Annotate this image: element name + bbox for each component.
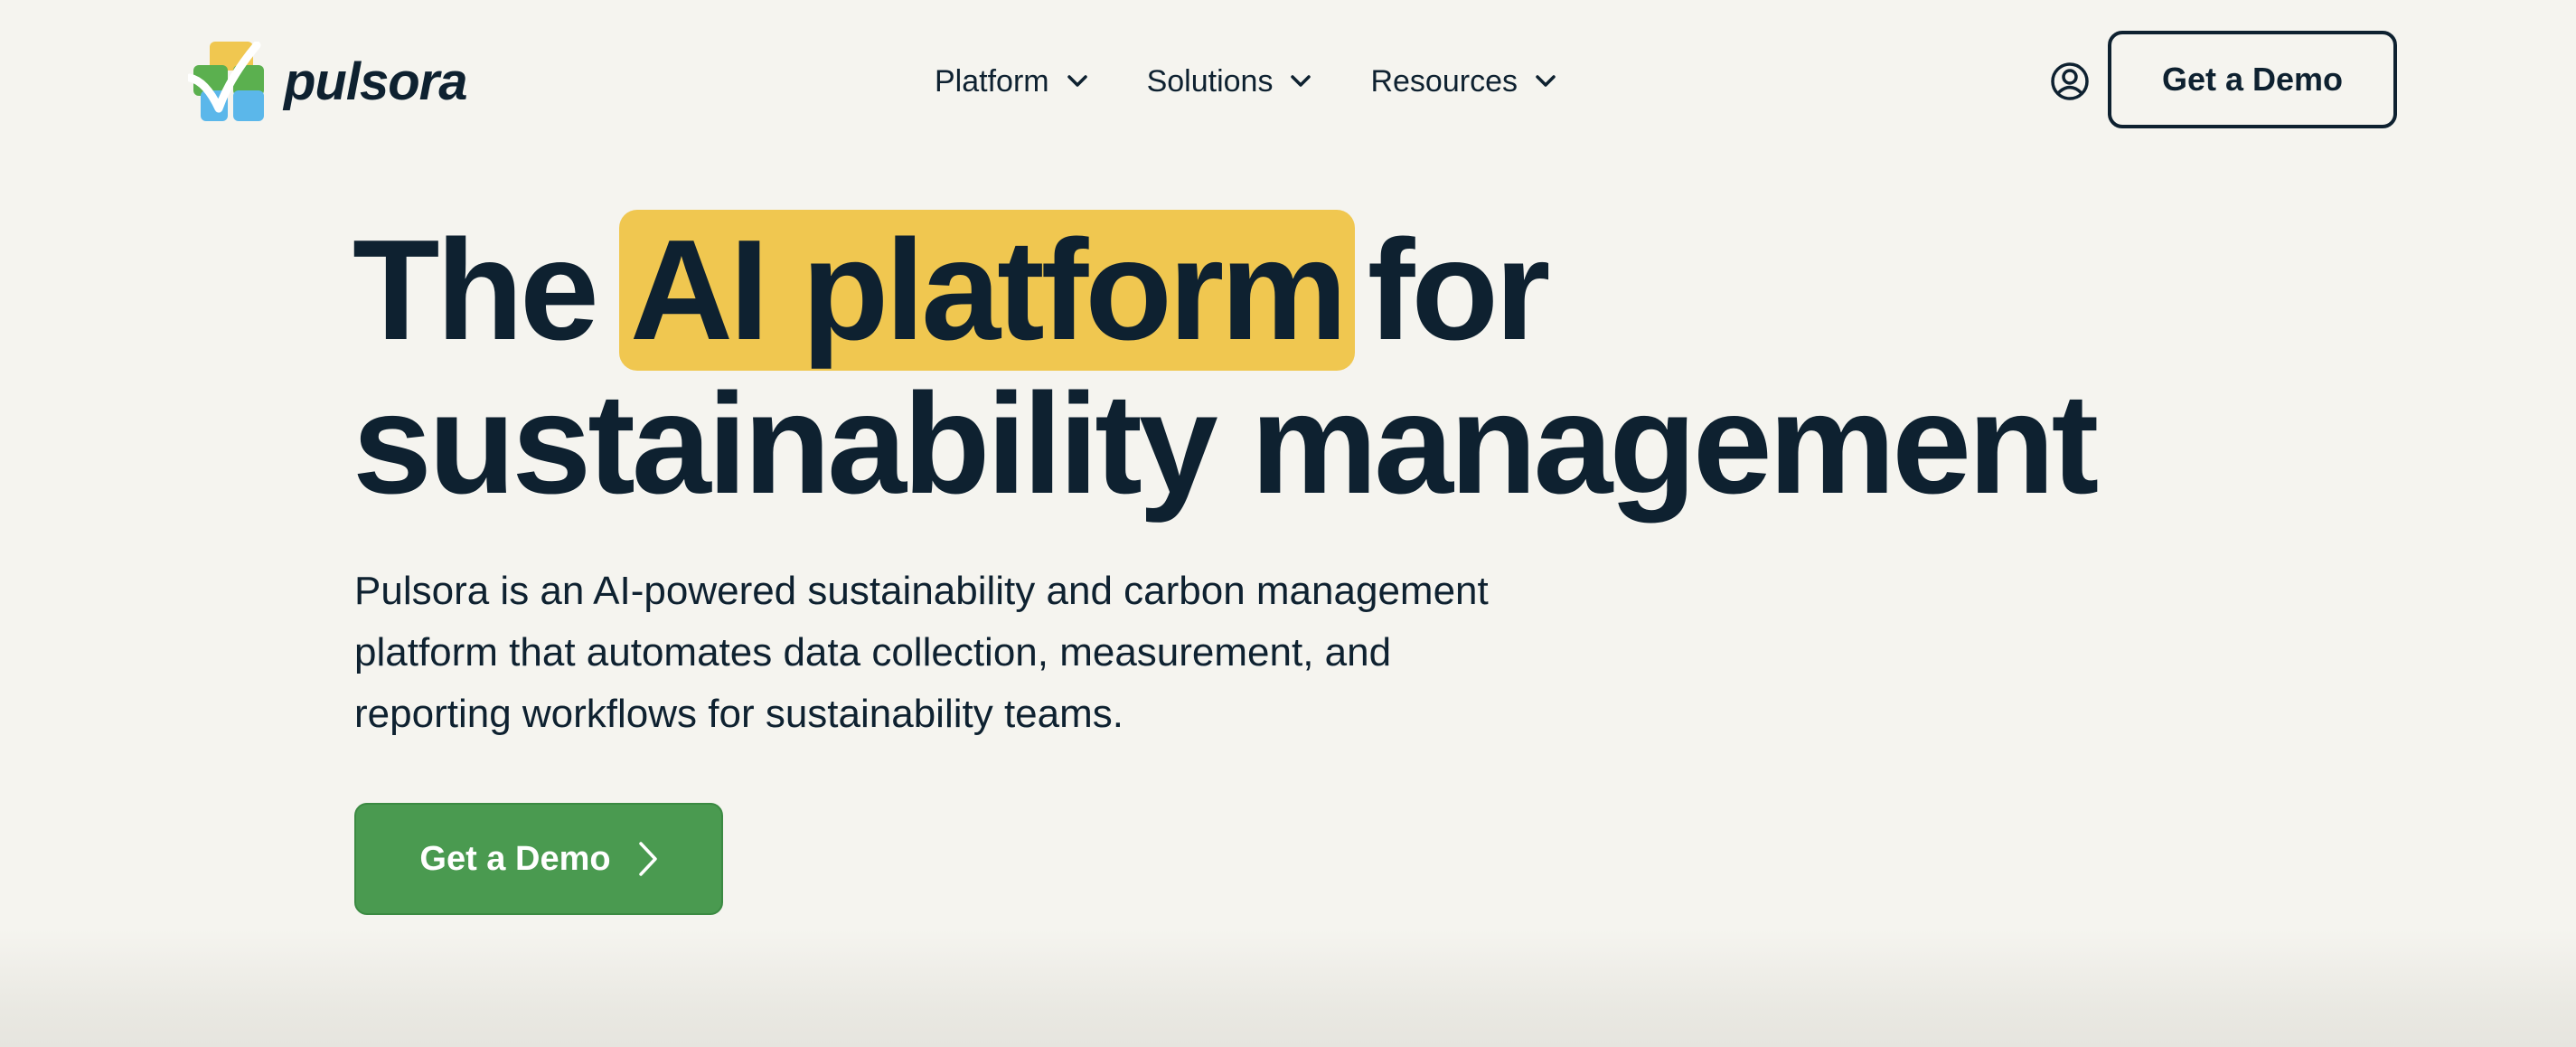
headline-post: for [1367,211,1551,370]
headline-pre: The [353,211,599,370]
headline-line-2: sustainability management [353,364,2099,524]
nav-item-resources[interactable]: Resources [1370,64,1556,99]
nav-item-solutions[interactable]: Solutions [1147,64,1312,99]
get-a-demo-header-button[interactable]: Get a Demo [2108,31,2397,128]
nav-item-label: Resources [1370,63,1518,99]
headline-line-1: The AI platform for [353,210,2095,371]
nav-item-label: Platform [935,63,1049,99]
logo-wordmark: pulsora [284,52,467,111]
hero-headline: The AI platform for sustainability managem… [353,210,2099,524]
pulsora-logo[interactable]: pulsora [188,42,467,123]
chevron-down-icon [1536,75,1556,87]
user-circle-icon[interactable] [2050,61,2090,101]
chevron-down-icon [1291,75,1312,87]
nav-item-label: Solutions [1146,63,1274,99]
headline-highlight: AI platform [618,210,1355,371]
chevron-right-icon [638,842,657,876]
pulsora-logo-mark-icon [188,42,264,121]
get-a-demo-hero-button[interactable]: Get a Demo [354,803,723,915]
subtitle-line: Pulsora is an AI-powered sustainability … [354,569,1489,613]
subtitle-line: platform that automates data collection,… [354,630,1392,674]
bottom-shade [0,929,2576,1047]
site-header: pulsora Platform Solutions Resources Get… [0,0,2576,163]
subtitle-line: reporting workflows for sustainability t… [354,692,1123,736]
hero-subtitle: Pulsora is an AI-powered sustainability … [354,561,1620,745]
chevron-down-icon [1067,75,1087,87]
hero-cta-label: Get a Demo [419,839,611,878]
main-nav: Platform Solutions Resources [935,54,1556,108]
nav-item-platform[interactable]: Platform [935,64,1087,99]
